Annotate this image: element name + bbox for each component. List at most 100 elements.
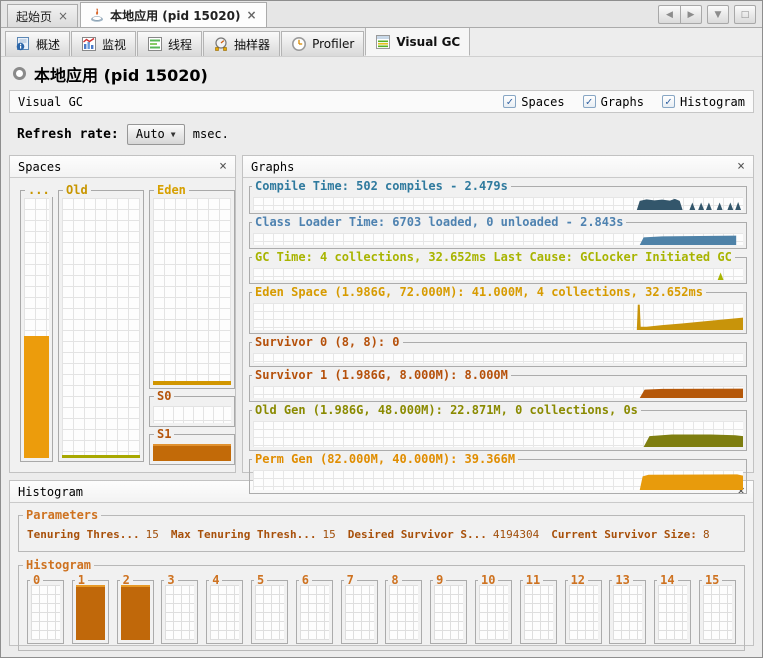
space-s0-label: S0	[154, 389, 175, 403]
graph-gc-time-label: GC Time: 4 collections, 32.652ms Last Ca…	[252, 250, 735, 264]
space-old-chart	[62, 198, 140, 458]
histogram-bin-14: 14	[654, 573, 692, 644]
checkbox-histogram[interactable]: ✓ Histogram	[661, 94, 745, 109]
monitor-icon	[82, 37, 97, 51]
space-s0: S0	[149, 389, 235, 427]
nav-forward-button[interactable]: ▶	[680, 5, 702, 24]
graph-compile-time-label: Compile Time: 502 compiles - 2.479s	[252, 179, 511, 193]
checkbox-spaces-box[interactable]: ✓	[503, 95, 517, 108]
eden-space-sparkline	[636, 304, 743, 330]
graph-eden-space-label: Eden Space (1.986G, 72.000M): 41.000M, 4…	[252, 285, 706, 299]
tab-local-app[interactable]: 本地应用 (pid 15020) ×	[80, 2, 267, 27]
parameters-fieldset: Parameters Tenuring Thres... 15 Max Tenur…	[18, 508, 745, 552]
checkbox-spaces-label: Spaces	[521, 94, 565, 109]
space-eden-chart	[153, 198, 231, 385]
tab-threads[interactable]: 线程	[137, 31, 203, 56]
checkbox-histogram-label: Histogram	[679, 94, 745, 109]
graph-class-loader-label: Class Loader Time: 6703 loaded, 0 unload…	[252, 215, 627, 229]
histogram-bin-9: 9	[430, 573, 468, 644]
space-perm: ...	[20, 183, 53, 462]
maximize-button[interactable]: □	[734, 5, 756, 24]
compile-time-sparkline	[636, 198, 742, 210]
java-cup-icon	[91, 8, 104, 22]
close-icon[interactable]: ×	[219, 160, 227, 173]
parameters-line: Tenuring Thres... 15 Max Tenuring Thresh.…	[27, 528, 740, 541]
graph-class-loader: Class Loader Time: 6703 loaded, 0 unload…	[249, 215, 747, 249]
close-icon[interactable]: ×	[737, 160, 745, 173]
tab-profiler[interactable]: Profiler	[281, 31, 365, 56]
application-status-icon	[13, 67, 26, 80]
graphs-panel-header[interactable]: Graphs ×	[243, 156, 753, 178]
tab-threads-label: 线程	[168, 37, 193, 52]
checkbox-spaces[interactable]: ✓ Spaces	[503, 94, 565, 109]
tab-sampler-label: 抽样器	[234, 37, 271, 52]
checkbox-graphs-label: Graphs	[600, 94, 644, 109]
graph-survivor-1: Survivor 1 (1.986G, 8.000M): 8.000M	[249, 368, 747, 402]
tab-visual-gc[interactable]: Visual GC	[365, 27, 471, 56]
tab-sampler[interactable]: 抽样器	[203, 31, 281, 56]
overview-icon	[16, 37, 29, 51]
histogram-bin-4: 4	[206, 573, 244, 644]
tab-list-dropdown-button[interactable]: ▼	[707, 5, 729, 24]
visualgc-toolbar-label: Visual GC	[18, 94, 84, 109]
window-nav-buttons: ◀ ▶ ▼ □	[658, 5, 756, 24]
refresh-rate-row: Refresh rate: Auto ▼ msec.	[1, 113, 762, 155]
profiler-icon	[292, 37, 307, 51]
graph-perm-gen-label: Perm Gen (82.000M, 40.000M): 39.366M	[252, 452, 519, 466]
tab-start-page-label: 起始页	[16, 9, 53, 24]
space-eden-label: Eden	[154, 183, 189, 197]
param-max-tenuring-threshold: Max Tenuring Thresh... 15	[170, 528, 336, 541]
close-icon[interactable]: ×	[245, 9, 257, 21]
space-perm-label: ...	[25, 183, 53, 197]
graphs-panel: Graphs × Compile Time: 502 compiles - 2.…	[242, 155, 754, 494]
space-s1-chart	[153, 444, 231, 461]
perm-gen-sparkline	[639, 474, 743, 490]
spaces-panel-title: Spaces	[18, 159, 62, 174]
chevron-down-icon: ▼	[170, 129, 176, 139]
histogram-bin-0: 0	[27, 573, 64, 644]
spaces-panel: Spaces × ... Old Eden S0 S1	[9, 155, 236, 473]
graph-perm-gen-strip	[253, 470, 743, 490]
page-title: 本地应用 (pid 15020)	[34, 65, 208, 85]
graph-gc-time-strip	[253, 268, 743, 280]
nav-back-button[interactable]: ◀	[658, 5, 680, 24]
visualgc-toolbar: Visual GC ✓ Spaces ✓ Graphs ✓ Histogram	[9, 90, 754, 113]
graph-old-gen-strip	[253, 421, 743, 447]
histogram-bin-13: 13	[609, 573, 647, 644]
graph-survivor-1-strip	[253, 386, 743, 398]
checkbox-graphs[interactable]: ✓ Graphs	[582, 94, 644, 109]
graph-compile-time: Compile Time: 502 compiles - 2.479s	[249, 179, 747, 214]
checkbox-graphs-box[interactable]: ✓	[582, 95, 596, 108]
histogram-bins-legend: Histogram	[23, 558, 95, 572]
close-icon[interactable]: ×	[57, 10, 69, 22]
graph-old-gen: Old Gen (1.986G, 48.000M): 22.871M, 0 co…	[249, 403, 747, 451]
histogram-bin-6: 6	[295, 573, 333, 644]
space-old: Old	[58, 183, 144, 462]
graph-compile-time-strip	[253, 197, 743, 210]
checkbox-histogram-box[interactable]: ✓	[661, 95, 675, 108]
tab-monitor[interactable]: 监视	[71, 31, 137, 56]
old-gen-sparkline	[643, 434, 743, 447]
visualgc-icon	[376, 34, 391, 49]
histogram-bin-12: 12	[564, 573, 602, 644]
refresh-rate-select[interactable]: Auto ▼	[126, 123, 185, 145]
graph-survivor-0-label: Survivor 0 (8, 8): 0	[252, 335, 403, 349]
param-current-survivor-size: Current Survivor Size: 8	[551, 528, 710, 541]
histogram-bins-fieldset: Histogram 0 1 2 3 4 5 6 7 8 9 10 11 12 1…	[18, 558, 745, 651]
space-perm-bar	[24, 335, 49, 458]
graph-eden-space: Eden Space (1.986G, 72.000M): 41.000M, 4…	[249, 285, 747, 334]
survivor-1-sparkline	[639, 388, 743, 398]
document-tabbar: 起始页 × 本地应用 (pid 15020) × ◀ ▶ ▼ □	[1, 1, 762, 28]
tab-profiler-label: Profiler	[312, 37, 355, 51]
parameters-legend: Parameters	[23, 508, 102, 522]
graph-perm-gen: Perm Gen (82.000M, 40.000M): 39.366M	[249, 452, 747, 494]
tab-start-page[interactable]: 起始页 ×	[7, 4, 79, 27]
visualvm-window: 起始页 × 本地应用 (pid 15020) × ◀ ▶ ▼ □ 概述 监视 线…	[0, 0, 763, 658]
spaces-panel-header[interactable]: Spaces ×	[10, 156, 235, 178]
tab-local-app-label: 本地应用 (pid 15020)	[110, 8, 241, 23]
tab-monitor-label: 监视	[102, 37, 127, 52]
space-perm-chart	[24, 198, 49, 458]
graph-survivor-0-strip	[253, 353, 743, 363]
tab-overview[interactable]: 概述	[5, 31, 71, 56]
histogram-bin-5: 5	[250, 573, 288, 644]
